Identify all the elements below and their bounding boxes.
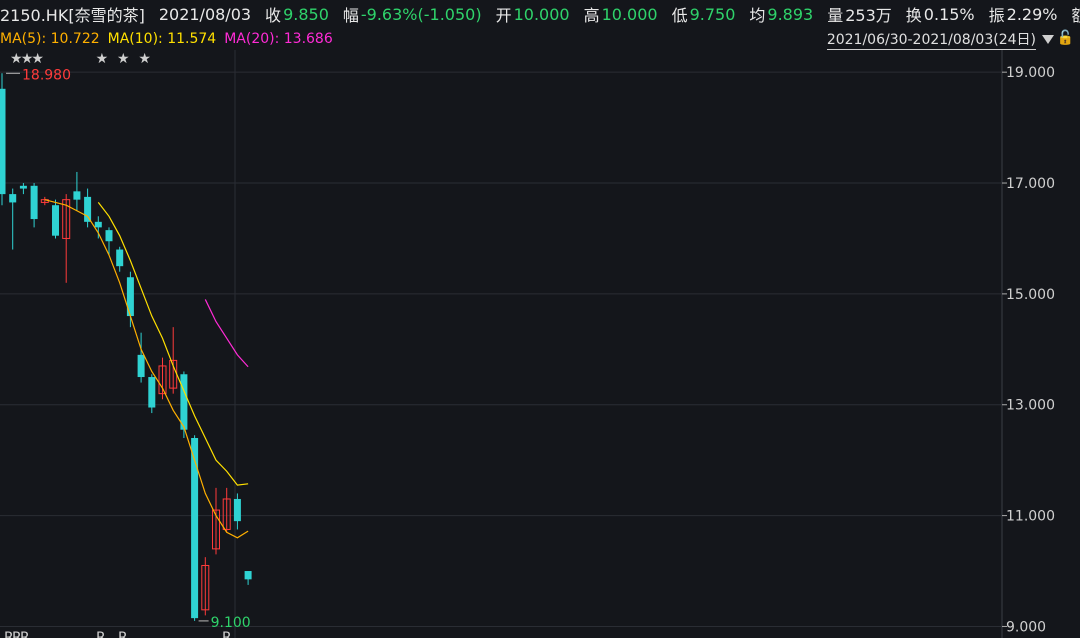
unlock-icon[interactable]: 🔓	[1057, 30, 1074, 46]
volume-label: 量	[827, 6, 844, 25]
amplitude-value: 2.29%	[1006, 4, 1058, 24]
candle-body-down	[191, 438, 199, 619]
bottom-event-marker: R	[96, 630, 106, 638]
candle-body-down	[116, 249, 124, 267]
chevron-down-icon[interactable]	[1042, 34, 1054, 44]
y-tick-label: 15.000	[1006, 287, 1055, 303]
change-value: -9.63%(-1.050)	[360, 4, 482, 24]
event-star-icon: ★	[31, 51, 44, 67]
low-field: 低 9.750	[672, 2, 736, 26]
candle-body-down	[105, 230, 113, 242]
y-tick-label: 19.000	[1006, 65, 1055, 81]
y-tick-label: 11.000	[1006, 509, 1055, 525]
chart-grid	[0, 50, 1003, 638]
close-field: 收 9.850	[265, 2, 329, 26]
volume-value: 253万	[845, 6, 892, 25]
ma5-legend: MA(5): 10.722	[0, 31, 100, 47]
candle-body-down	[73, 191, 81, 200]
amount-label: 额	[1071, 6, 1080, 25]
y-tick-label: 17.000	[1006, 176, 1055, 192]
low-price-annotation: 9.100	[211, 615, 251, 631]
avg-field: 均 9.893	[749, 2, 813, 26]
ma20-legend: MA(20): 13.686	[224, 31, 333, 47]
event-star-icon: ★	[138, 51, 151, 67]
volume-field: 量 253万	[827, 2, 892, 26]
open-field: 开 10.000	[496, 2, 570, 26]
amplitude-label: 振	[988, 6, 1005, 25]
ma-lines-group	[44, 199, 249, 539]
markers-group: ★★★ ★ ★ ★18.9809.100RRR R R R	[4, 51, 251, 638]
event-star-icon: ★	[117, 51, 130, 67]
candle-body-down	[180, 374, 188, 430]
candle-body-down	[84, 196, 92, 222]
avg-label: 均	[749, 6, 766, 25]
change-label: 幅	[342, 6, 359, 25]
low-label: 低	[671, 6, 688, 25]
candle-body-down	[19, 185, 27, 189]
ma5-line	[44, 199, 249, 539]
turnover-label: 换	[905, 6, 922, 25]
ma10-legend: MA(10): 11.574	[107, 31, 217, 47]
quote-header: 2150.HK[奈雪的茶] 2021/08/03 收 9.850 幅 -9.63…	[0, 0, 1080, 28]
event-star-icon: ★	[96, 51, 109, 67]
high-field: 高 10.000	[584, 2, 658, 26]
bottom-event-marker: R	[20, 630, 30, 638]
date-range-text[interactable]: 2021/06/30-2021/08/03(24日)	[826, 29, 1036, 50]
candlestick-chart[interactable]: 19.000 17.000 15.000 13.000 11.000 9.000 ★ ★ ★ ★…	[0, 0, 1080, 638]
symbol-name[interactable]: 2150.HK[奈雪的茶]	[0, 2, 145, 26]
date-range-selector[interactable]: 2021/06/30-2021/08/03(24日)	[826, 28, 1054, 50]
turnover-field: 换 0.15%	[906, 2, 975, 26]
ma-legend: MA(5): 10.722 MA(10): 11.574 MA(20): 13.…	[0, 28, 1080, 50]
y-tick-label: 13.000	[1006, 398, 1055, 414]
high-value: 10.000	[601, 4, 658, 24]
candle-body-down	[0, 88, 6, 195]
candle-body-down	[94, 221, 102, 228]
low-value: 9.750	[689, 4, 736, 24]
candle-body-down	[233, 498, 241, 522]
candle-body-down	[137, 354, 145, 378]
candle-body-down	[30, 185, 38, 220]
bottom-event-marker: R	[222, 630, 232, 638]
candle-body-down	[52, 205, 59, 236]
close-label: 收	[265, 6, 282, 25]
amplitude-field: 振 2.29%	[989, 2, 1058, 26]
avg-value: 9.893	[767, 4, 814, 24]
candle-body-down	[9, 194, 17, 203]
bottom-event-marker: R	[118, 630, 128, 638]
quote-date: 2021/08/03	[158, 4, 252, 24]
y-tick-label: 9.000	[1006, 619, 1046, 635]
turnover-value: 0.15%	[923, 4, 975, 24]
change-field: 幅 -9.63%(-1.050)	[343, 2, 482, 26]
high-label: 高	[583, 6, 600, 25]
high-price-annotation: 18.980	[22, 67, 71, 83]
candle-body-down	[148, 377, 156, 408]
candles-group	[0, 73, 252, 621]
open-value: 10.000	[513, 4, 570, 24]
candle-body-down	[244, 571, 252, 580]
price-axis: 19.000 17.000 15.000 13.000 11.000 9.000	[1002, 65, 1055, 635]
close-value: 9.850	[283, 4, 329, 24]
ma20-line	[204, 299, 249, 368]
open-label: 开	[495, 6, 512, 25]
